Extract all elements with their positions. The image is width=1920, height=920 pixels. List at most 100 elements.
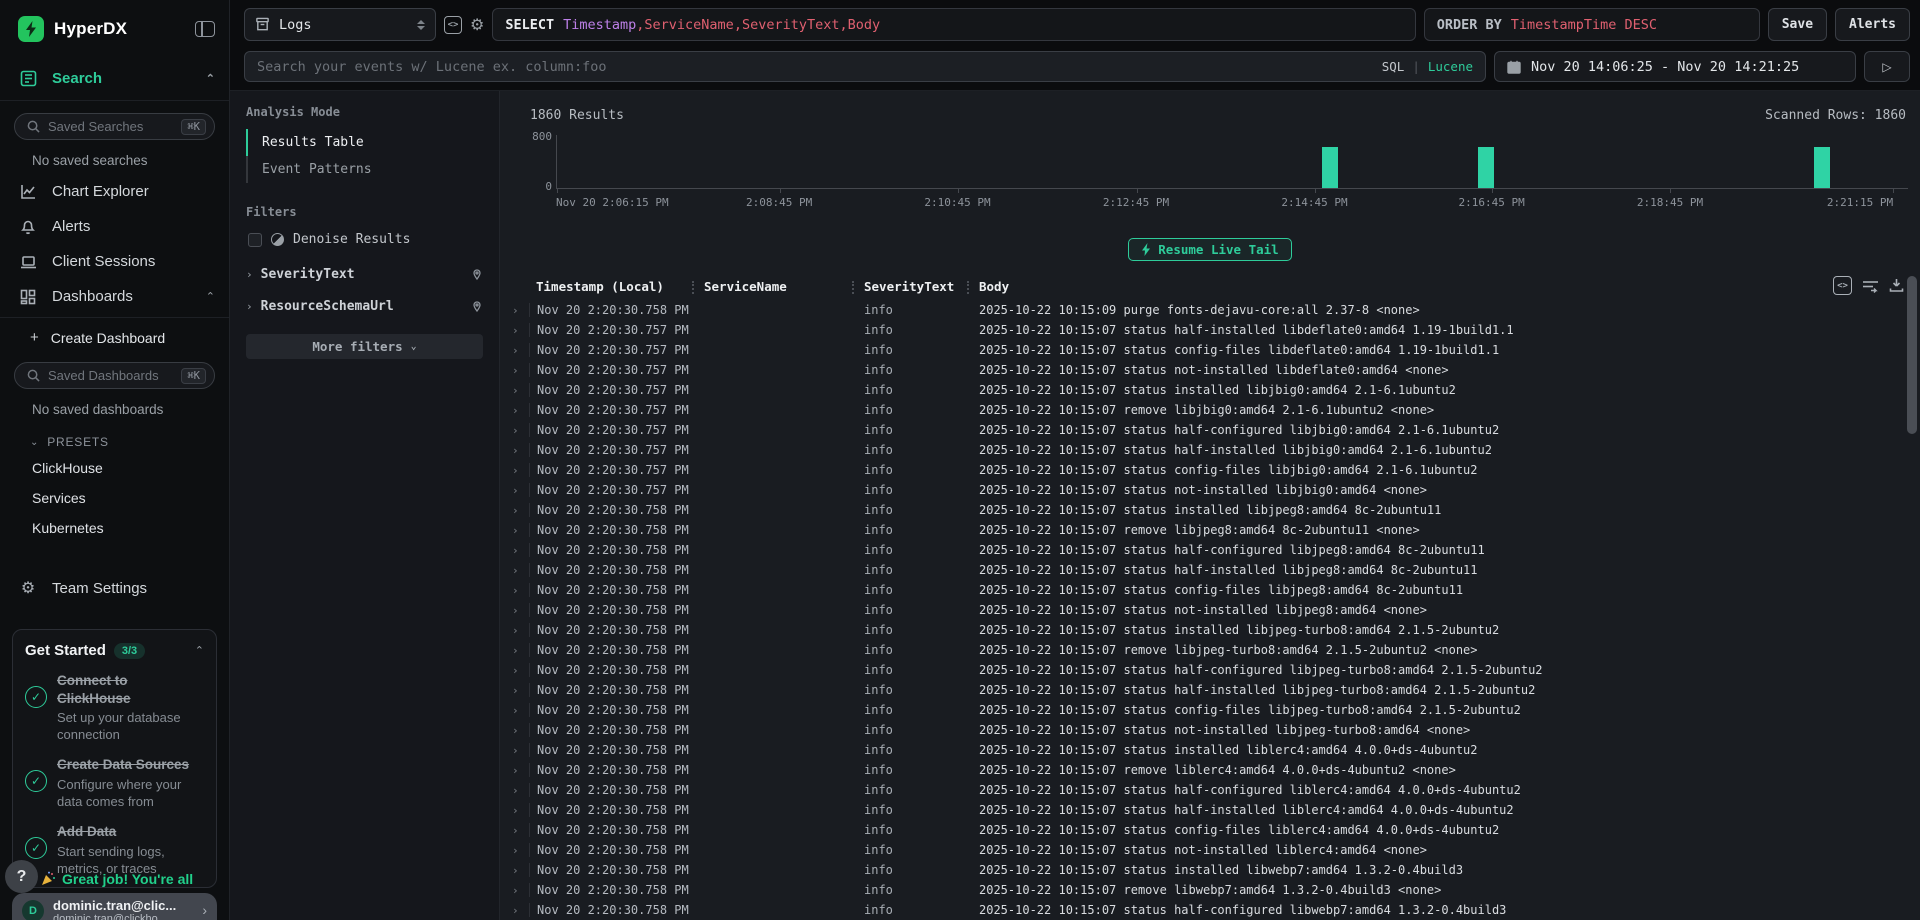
- help-button[interactable]: ?: [5, 860, 38, 893]
- resume-live-tail-button[interactable]: Resume Live Tail: [1128, 238, 1291, 261]
- table-row[interactable]: ›Nov 20 2:20:30.758 PMinfo2025-10-22 10:…: [500, 540, 1920, 560]
- download-icon[interactable]: [1889, 278, 1904, 293]
- table-row[interactable]: ›Nov 20 2:20:30.758 PMinfo2025-10-22 10:…: [500, 580, 1920, 600]
- collapse-sidebar-icon[interactable]: [195, 21, 215, 37]
- presets-toggle[interactable]: ⌄ PRESETS: [0, 423, 229, 453]
- table-row[interactable]: ›Nov 20 2:20:30.757 PMinfo2025-10-22 10:…: [500, 320, 1920, 340]
- histogram-bar[interactable]: [1322, 147, 1338, 188]
- sql-toggle[interactable]: SQL: [1382, 59, 1405, 74]
- histogram-plot[interactable]: 800 0: [556, 135, 1908, 189]
- pin-icon[interactable]: [471, 269, 483, 281]
- date-range-picker[interactable]: Nov 20 14:06:25 - Nov 20 14:21:25: [1494, 51, 1856, 82]
- checkbox-icon[interactable]: [248, 233, 262, 247]
- run-query-button[interactable]: ▷: [1864, 51, 1910, 82]
- preset-kubernetes[interactable]: Kubernetes: [0, 513, 229, 543]
- table-row[interactable]: ›Nov 20 2:20:30.758 PMinfo2025-10-22 10:…: [500, 840, 1920, 860]
- mode-event-patterns[interactable]: Event Patterns: [246, 156, 483, 183]
- table-row[interactable]: ›Nov 20 2:20:30.757 PMinfo2025-10-22 10:…: [500, 380, 1920, 400]
- vertical-scrollbar[interactable]: [1907, 276, 1917, 434]
- table-row[interactable]: ›Nov 20 2:20:30.758 PMinfo2025-10-22 10:…: [500, 500, 1920, 520]
- table-row[interactable]: ›Nov 20 2:20:30.757 PMinfo2025-10-22 10:…: [500, 400, 1920, 420]
- get-started-item[interactable]: ✓ Add Data Start sending logs, metrics, …: [25, 823, 204, 877]
- table-row[interactable]: ›Nov 20 2:20:30.758 PMinfo2025-10-22 10:…: [500, 600, 1920, 620]
- denoise-results-checkbox[interactable]: Denoise Results: [246, 229, 483, 250]
- sidebar-item-team-settings[interactable]: ⚙ Team Settings: [0, 569, 229, 607]
- user-menu[interactable]: D dominic.tran@clic... dominic.tran@clic…: [12, 893, 217, 920]
- saved-searches-input[interactable]: Saved Searches ⌘K: [14, 113, 215, 140]
- content: Analysis Mode Results Table Event Patter…: [230, 91, 1920, 920]
- lucene-toggle[interactable]: Lucene: [1428, 59, 1473, 74]
- table-row[interactable]: ›Nov 20 2:20:30.758 PMinfo2025-10-22 10:…: [500, 560, 1920, 580]
- save-button[interactable]: Save: [1768, 8, 1827, 41]
- table-row[interactable]: ›Nov 20 2:20:30.758 PMinfo2025-10-22 10:…: [500, 880, 1920, 900]
- source-select-value: Logs: [279, 17, 312, 33]
- preset-services[interactable]: Services: [0, 483, 229, 513]
- table-toolbar: <>: [1833, 276, 1904, 295]
- get-started-title: Get Started: [25, 642, 106, 659]
- search-placeholder: Search your events w/ Lucene ex. column:…: [257, 59, 1382, 75]
- histogram-bar[interactable]: [1478, 147, 1494, 188]
- table-row[interactable]: ›Nov 20 2:20:30.758 PMinfo2025-10-22 10:…: [500, 740, 1920, 760]
- filter-group-resourceschemaurl[interactable]: › ResourceSchemaUrl: [246, 299, 483, 314]
- table-row[interactable]: ›Nov 20 2:20:30.757 PMinfo2025-10-22 10:…: [500, 440, 1920, 460]
- table-row[interactable]: ›Nov 20 2:20:30.758 PMinfo2025-10-22 10:…: [500, 700, 1920, 720]
- table-row[interactable]: ›Nov 20 2:20:30.758 PMinfo2025-10-22 10:…: [500, 300, 1920, 320]
- chevron-up-icon: ⌃: [206, 72, 215, 85]
- table-row[interactable]: ›Nov 20 2:20:30.758 PMinfo2025-10-22 10:…: [500, 720, 1920, 740]
- chevron-up-icon: ⌃: [206, 290, 215, 303]
- table-row[interactable]: ›Nov 20 2:20:30.758 PMinfo2025-10-22 10:…: [500, 640, 1920, 660]
- sidebar-item-chart-explorer[interactable]: Chart Explorer: [0, 174, 229, 209]
- create-dashboard-button[interactable]: + Create Dashboard: [0, 318, 229, 350]
- column-config-icon[interactable]: <>: [1833, 276, 1852, 295]
- col-severitytext[interactable]: SeverityText: [864, 279, 979, 294]
- sidebar-item-dashboards[interactable]: Dashboards ⌃: [0, 279, 229, 318]
- get-started-item[interactable]: ✓ Create Data Sources Configure where yo…: [25, 756, 204, 810]
- code-toggle-icon[interactable]: <>: [444, 16, 462, 34]
- saved-dashboards-input[interactable]: Saved Dashboards ⌘K: [14, 362, 215, 389]
- sidebar-item-client-sessions[interactable]: Client Sessions: [0, 244, 229, 279]
- select-columns-input[interactable]: SELECT Timestamp ,ServiceName,SeverityTe…: [492, 8, 1415, 41]
- col-servicename[interactable]: ServiceName: [704, 279, 864, 294]
- col-timestamp[interactable]: Timestamp (Local): [536, 279, 704, 294]
- wrap-lines-icon[interactable]: [1862, 279, 1879, 293]
- get-started-header[interactable]: Get Started 3/3 ⌃: [25, 642, 204, 659]
- table-row[interactable]: ›Nov 20 2:20:30.757 PMinfo2025-10-22 10:…: [500, 480, 1920, 500]
- table-row[interactable]: ›Nov 20 2:20:30.758 PMinfo2025-10-22 10:…: [500, 900, 1920, 920]
- table-row[interactable]: ›Nov 20 2:20:30.757 PMinfo2025-10-22 10:…: [500, 420, 1920, 440]
- live-tail-row: Resume Live Tail: [500, 238, 1920, 261]
- source-select[interactable]: Logs: [244, 8, 436, 41]
- table-row[interactable]: ›Nov 20 2:20:30.757 PMinfo2025-10-22 10:…: [500, 340, 1920, 360]
- table-row[interactable]: ›Nov 20 2:20:30.757 PMinfo2025-10-22 10:…: [500, 460, 1920, 480]
- table-row[interactable]: ›Nov 20 2:20:30.757 PMinfo2025-10-22 10:…: [500, 360, 1920, 380]
- filter-group-severitytext[interactable]: › SeverityText: [246, 267, 483, 282]
- topbar-row-search: Search your events w/ Lucene ex. column:…: [244, 51, 1910, 82]
- table-row[interactable]: ›Nov 20 2:20:30.758 PMinfo2025-10-22 10:…: [500, 520, 1920, 540]
- table-row[interactable]: ›Nov 20 2:20:30.758 PMinfo2025-10-22 10:…: [500, 800, 1920, 820]
- sidebar-item-search[interactable]: Search ⌃: [0, 56, 229, 101]
- col-body[interactable]: Body: [979, 279, 1920, 294]
- histogram-bar[interactable]: [1814, 147, 1830, 188]
- get-started-item[interactable]: ✓ Connect to ClickHouse Set up your data…: [25, 672, 204, 743]
- table-row[interactable]: ›Nov 20 2:20:30.758 PMinfo2025-10-22 10:…: [500, 620, 1920, 640]
- shortcut-badge: ⌘K: [181, 119, 206, 135]
- table-row[interactable]: ›Nov 20 2:20:30.758 PMinfo2025-10-22 10:…: [500, 760, 1920, 780]
- sidebar-item-alerts[interactable]: Alerts: [0, 209, 229, 244]
- alerts-button[interactable]: Alerts: [1835, 8, 1910, 41]
- cell-timestamp: Nov 20 2:20:30.758 PM: [529, 523, 704, 537]
- cell-timestamp: Nov 20 2:20:30.758 PM: [529, 623, 704, 637]
- event-search-input[interactable]: Search your events w/ Lucene ex. column:…: [244, 51, 1486, 82]
- cell-body: 2025-10-22 10:15:07 status installed lib…: [979, 623, 1920, 637]
- order-by-input[interactable]: ORDER BY TimestampTime DESC: [1424, 8, 1760, 41]
- table-row[interactable]: ›Nov 20 2:20:30.758 PMinfo2025-10-22 10:…: [500, 860, 1920, 880]
- cell-body: 2025-10-22 10:15:07 status half-installe…: [979, 323, 1920, 337]
- pin-icon[interactable]: [471, 301, 483, 313]
- table-row[interactable]: ›Nov 20 2:20:30.758 PMinfo2025-10-22 10:…: [500, 780, 1920, 800]
- preset-clickhouse[interactable]: ClickHouse: [0, 453, 229, 483]
- table-row[interactable]: ›Nov 20 2:20:30.758 PMinfo2025-10-22 10:…: [500, 680, 1920, 700]
- more-filters-button[interactable]: More filters ⌄: [246, 334, 483, 359]
- table-row[interactable]: ›Nov 20 2:20:30.758 PMinfo2025-10-22 10:…: [500, 660, 1920, 680]
- table-row[interactable]: ›Nov 20 2:20:30.758 PMinfo2025-10-22 10:…: [500, 820, 1920, 840]
- gear-icon[interactable]: ⚙: [470, 15, 484, 35]
- mode-results-table[interactable]: Results Table: [246, 129, 483, 156]
- user-email: dominic.tran@clickho: [53, 913, 193, 920]
